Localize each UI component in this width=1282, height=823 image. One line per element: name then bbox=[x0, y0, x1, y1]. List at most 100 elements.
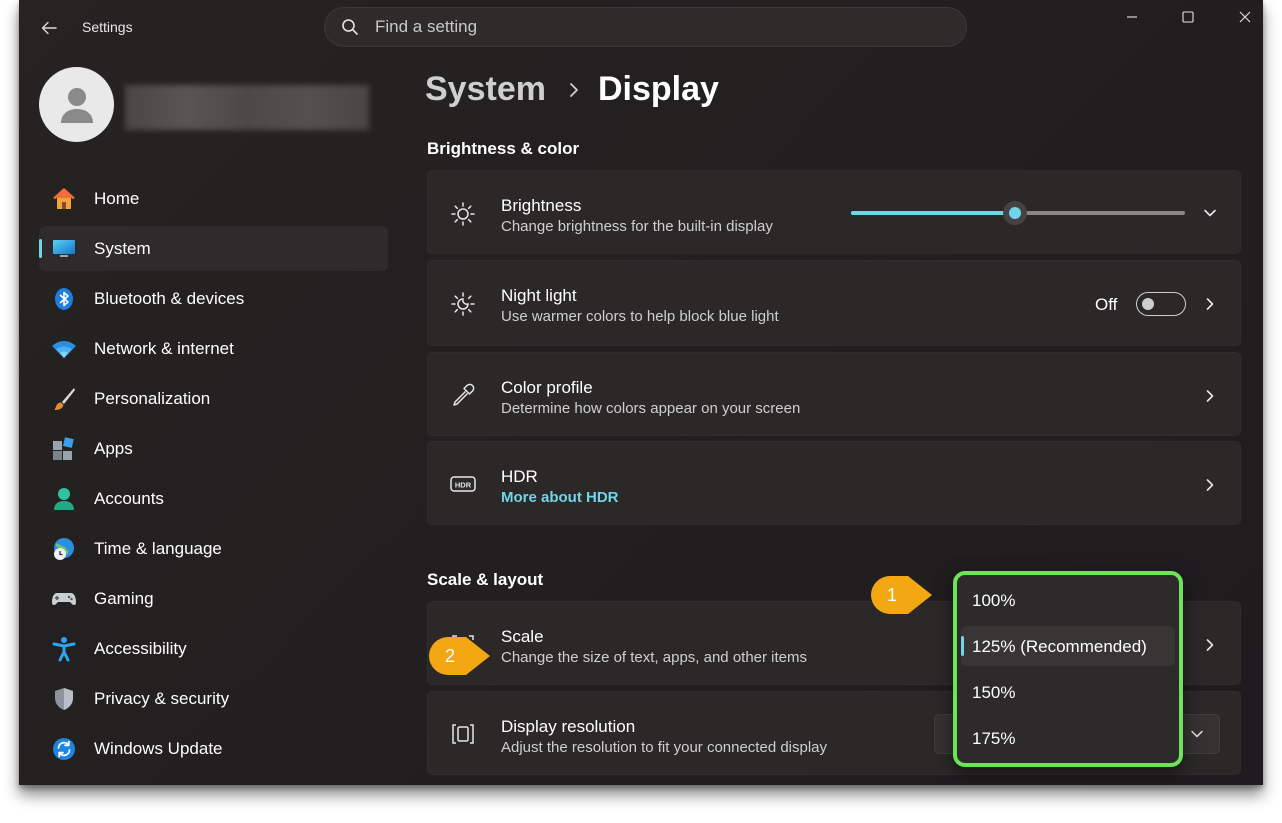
card-title: Color profile bbox=[501, 378, 593, 397]
card-subtitle: Use warmer colors to help block blue lig… bbox=[501, 308, 779, 325]
card-title: Scale bbox=[501, 627, 544, 646]
sidebar-item-accessibility[interactable]: Accessibility bbox=[39, 626, 388, 671]
sidebar-item-windows-update[interactable]: Windows Update bbox=[39, 726, 388, 771]
breadcrumb-parent[interactable]: System bbox=[425, 70, 546, 109]
sidebar-item-personalization[interactable]: Personalization bbox=[39, 376, 388, 421]
chevron-right-icon[interactable] bbox=[1200, 386, 1220, 406]
sidebar-item-label: Windows Update bbox=[94, 738, 223, 758]
sidebar-item-apps[interactable]: Apps bbox=[39, 426, 388, 471]
back-arrow-icon[interactable] bbox=[37, 16, 61, 40]
apps-icon bbox=[51, 436, 77, 462]
maximize-button[interactable] bbox=[1170, 6, 1206, 28]
sidebar-item-label: Apps bbox=[94, 438, 133, 458]
search-input[interactable] bbox=[373, 16, 897, 38]
callout-number: 2 bbox=[444, 645, 455, 666]
sidebar-item-network[interactable]: Network & internet bbox=[39, 326, 388, 371]
sidebar-item-label: Accounts bbox=[94, 488, 164, 508]
hdr-card[interactable]: HDR HDR More about HDR bbox=[427, 441, 1241, 525]
scale-option-125[interactable]: 125% (Recommended) bbox=[961, 626, 1175, 666]
sidebar-item-label: Bluetooth & devices bbox=[94, 288, 245, 308]
sun-icon bbox=[448, 199, 478, 229]
scale-dropdown[interactable]: 100% 125% (Recommended) 150% 175% bbox=[953, 571, 1183, 767]
night-light-card[interactable]: Night light Use warmer colors to help bl… bbox=[427, 260, 1241, 346]
brightness-slider-thumb[interactable] bbox=[1002, 201, 1027, 225]
person-silhouette-icon bbox=[60, 87, 93, 123]
minimize-button[interactable] bbox=[1114, 6, 1150, 28]
wifi-icon bbox=[51, 336, 77, 362]
sidebar-item-gaming[interactable]: Gaming bbox=[39, 576, 388, 621]
chevron-right-icon[interactable] bbox=[1200, 635, 1220, 655]
section-title-brightness-color: Brightness & color bbox=[427, 139, 580, 158]
card-subtitle: Change brightness for the built-in displ… bbox=[501, 218, 773, 235]
callout-number: 1 bbox=[886, 584, 897, 605]
brightness-card[interactable]: Brightness Change brightness for the bui… bbox=[427, 170, 1241, 254]
sidebar-item-label: Accessibility bbox=[94, 638, 187, 658]
person-icon bbox=[51, 486, 77, 512]
sidebar-nav: Home System Bluetooth & devices Network … bbox=[39, 176, 388, 776]
monitor-icon bbox=[51, 236, 77, 262]
chevron-right-icon[interactable] bbox=[1200, 475, 1220, 495]
night-light-icon bbox=[448, 289, 478, 319]
sidebar-item-time-language[interactable]: Time & language bbox=[39, 526, 388, 571]
sidebar-item-bluetooth[interactable]: Bluetooth & devices bbox=[39, 276, 388, 321]
sidebar-item-label: Home bbox=[94, 188, 140, 208]
chevron-right-icon bbox=[568, 82, 580, 98]
accessibility-icon bbox=[51, 636, 77, 662]
card-title: Night light bbox=[501, 286, 577, 305]
sidebar-item-label: Privacy & security bbox=[94, 688, 230, 708]
close-button[interactable] bbox=[1227, 6, 1263, 28]
card-subtitle: Adjust the resolution to fit your connec… bbox=[501, 739, 828, 756]
shield-icon bbox=[51, 686, 77, 712]
sidebar-item-label: System bbox=[94, 238, 151, 258]
settings-window: Settings Home System bbox=[19, 0, 1263, 785]
breadcrumb: System Display bbox=[425, 70, 719, 109]
card-subtitle: Change the size of text, apps, and other… bbox=[501, 649, 808, 666]
card-title: HDR bbox=[501, 467, 538, 486]
sidebar-item-label: Network & internet bbox=[94, 338, 234, 358]
search-icon bbox=[342, 19, 358, 35]
app-title: Settings bbox=[82, 19, 133, 35]
sidebar-item-privacy[interactable]: Privacy & security bbox=[39, 676, 388, 721]
sidebar-item-system[interactable]: System bbox=[39, 226, 388, 271]
scale-option-label: 100% bbox=[972, 591, 1016, 610]
sidebar-item-label: Personalization bbox=[94, 388, 211, 408]
brush-icon bbox=[51, 386, 77, 412]
update-icon bbox=[51, 736, 77, 762]
scale-option-label: 175% bbox=[972, 729, 1016, 748]
scale-option-175[interactable]: 175% bbox=[961, 718, 1175, 758]
svg-text:HDR: HDR bbox=[455, 481, 472, 490]
search-box[interactable] bbox=[324, 7, 967, 47]
bluetooth-icon bbox=[51, 286, 77, 312]
chevron-right-icon[interactable] bbox=[1200, 294, 1220, 314]
sidebar-item-home[interactable]: Home bbox=[39, 176, 388, 221]
card-subtitle: Determine how colors appear on your scre… bbox=[501, 400, 801, 417]
more-about-hdr-link[interactable]: More about HDR bbox=[501, 489, 619, 506]
scale-option-100[interactable]: 100% bbox=[961, 580, 1175, 620]
card-title: Display resolution bbox=[501, 717, 636, 736]
callout-1: 1 bbox=[870, 575, 934, 615]
color-profile-card[interactable]: Color profile Determine how colors appea… bbox=[427, 352, 1241, 436]
account-name-redacted bbox=[125, 85, 369, 130]
brightness-slider[interactable] bbox=[851, 201, 1185, 225]
sidebar-item-label: Time & language bbox=[94, 538, 222, 558]
scale-option-label: 150% bbox=[972, 683, 1016, 702]
scale-option-label: 125% (Recommended) bbox=[972, 637, 1147, 656]
scale-option-150[interactable]: 150% bbox=[961, 672, 1175, 712]
sidebar-item-label: Gaming bbox=[94, 588, 154, 608]
section-title-scale-layout: Scale & layout bbox=[427, 570, 544, 589]
gamepad-icon bbox=[51, 586, 77, 612]
chevron-down-icon bbox=[1189, 726, 1205, 747]
avatar[interactable] bbox=[39, 67, 114, 142]
sidebar-item-accounts[interactable]: Accounts bbox=[39, 476, 388, 521]
page-title: Display bbox=[597, 70, 719, 108]
home-icon bbox=[51, 186, 77, 212]
hdr-icon: HDR bbox=[448, 469, 478, 499]
card-title: Brightness bbox=[501, 196, 582, 215]
night-light-toggle-label: Off bbox=[1095, 295, 1118, 314]
resolution-icon bbox=[448, 719, 478, 749]
brightness-slider-fill bbox=[851, 211, 1015, 215]
night-light-toggle[interactable] bbox=[1136, 292, 1186, 316]
globe-clock-icon bbox=[51, 536, 77, 562]
callout-2: 2 bbox=[428, 636, 492, 676]
chevron-down-icon[interactable] bbox=[1200, 203, 1220, 223]
